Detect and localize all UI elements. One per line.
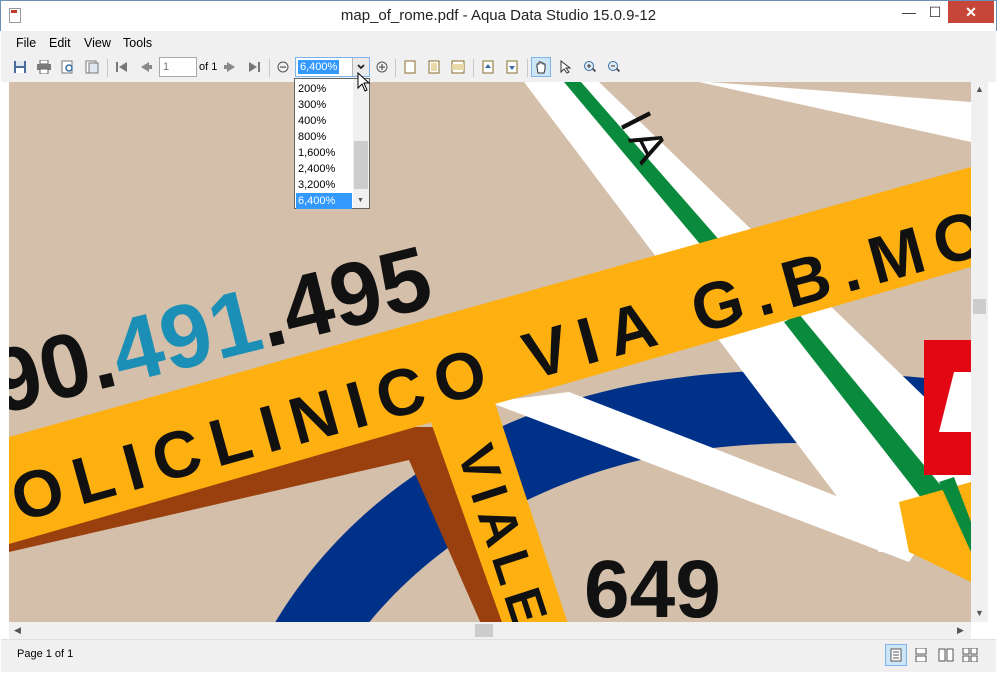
menu-tools[interactable]: Tools [123,36,152,50]
zoom-dropdown-list[interactable]: 200% 300% 400% 800% 1,600% 2,400% 3,200%… [294,78,370,209]
title-bar: map_of_rome.pdf - Aqua Data Studio 15.0.… [0,0,997,31]
single-page-icon[interactable] [401,58,419,76]
continuous-facing-view-icon[interactable] [959,644,981,666]
scroll-left-icon[interactable]: ◀ [14,625,21,636]
next-page-icon[interactable] [221,58,239,76]
zoom-option[interactable]: 300% [296,97,352,113]
dropdown-scroll-down-icon[interactable]: ▼ [357,197,364,204]
page-setup-icon[interactable] [83,58,101,76]
zoom-out-icon[interactable] [274,58,292,76]
pdf-viewport[interactable]: 90.491.495 OLICLINICO VIA G.B.MORGA VIAL… [9,82,971,622]
previous-page-icon[interactable] [137,58,155,76]
zoom-option-selected[interactable]: 6,400% [296,193,352,209]
toolbar: of 1 6,400% [1,55,996,82]
print-preview-icon[interactable] [59,58,77,76]
window-title: map_of_rome.pdf - Aqua Data Studio 15.0.… [340,7,657,24]
horizontal-scroll-thumb[interactable] [475,624,493,637]
dropdown-scrollbar[interactable]: ▲ ▼ [353,79,369,208]
scroll-right-icon[interactable]: ▶ [957,625,964,636]
map-canvas: 90.491.495 OLICLINICO VIA G.B.MORGA VIAL… [9,82,971,622]
rotate-right-icon[interactable] [503,58,521,76]
horizontal-scrollbar[interactable]: ◀ ▶ [9,622,971,639]
zoom-option[interactable]: 1,600% [296,145,352,161]
minimize-button[interactable]: — [896,1,922,23]
menu-edit[interactable]: Edit [49,36,71,50]
dropdown-scroll-thumb[interactable] [354,141,368,189]
select-tool-icon[interactable] [557,58,575,76]
zoom-option[interactable]: 800% [296,129,352,145]
continuous-view-icon[interactable] [910,644,932,666]
rotate-left-icon[interactable] [479,58,497,76]
close-button[interactable]: ✕ [948,1,994,23]
mouse-cursor-icon [357,72,371,92]
first-page-icon[interactable] [113,58,131,76]
zoom-tool-out-icon[interactable] [605,58,623,76]
fit-width-icon[interactable] [449,58,467,76]
number-label: 649 [584,544,721,622]
menu-bar: File Edit View Tools [1,31,996,55]
zoom-option[interactable]: 400% [296,113,352,129]
scroll-up-icon[interactable]: ▲ [975,84,984,94]
last-page-icon[interactable] [245,58,263,76]
save-icon[interactable] [11,58,29,76]
maximize-button[interactable]: ☐ [922,1,948,23]
zoom-tool-in-icon[interactable] [581,58,599,76]
scroll-down-icon[interactable]: ▼ [975,608,984,618]
print-icon[interactable] [35,58,53,76]
fit-page-icon[interactable] [425,58,443,76]
zoom-option[interactable]: 2,400% [296,161,352,177]
zoom-option[interactable]: 3,200% [296,177,352,193]
menu-file[interactable]: File [16,36,36,50]
page-status: Page 1 of 1 [17,648,74,660]
menu-view[interactable]: View [84,36,111,50]
page-count-label: of 1 [199,61,218,73]
hand-tool-icon[interactable] [531,57,551,77]
facing-view-icon[interactable] [935,644,957,666]
vertical-scrollbar[interactable]: ▲ ▼ [971,82,988,622]
zoom-option[interactable]: 200% [296,81,352,97]
zoom-value[interactable]: 6,400% [298,60,340,74]
status-bar: Page 1 of 1 [1,639,996,672]
vertical-scroll-thumb[interactable] [973,299,986,314]
page-number-input[interactable] [159,57,197,77]
single-page-view-icon[interactable] [885,644,907,666]
zoom-in-icon[interactable] [373,58,391,76]
